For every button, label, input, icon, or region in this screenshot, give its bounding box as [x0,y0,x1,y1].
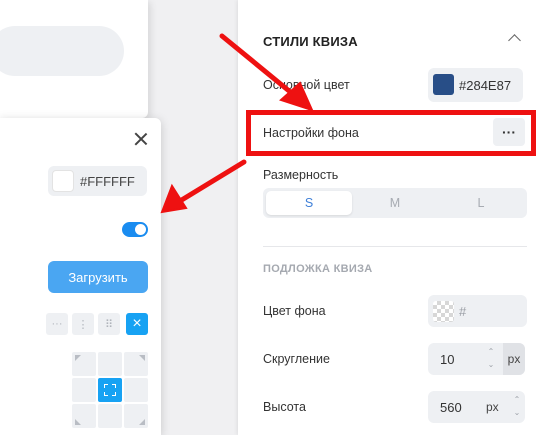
annotation-arrows [160,33,314,214]
arrow-down-left [177,159,247,204]
arrow-down-right [219,33,297,98]
